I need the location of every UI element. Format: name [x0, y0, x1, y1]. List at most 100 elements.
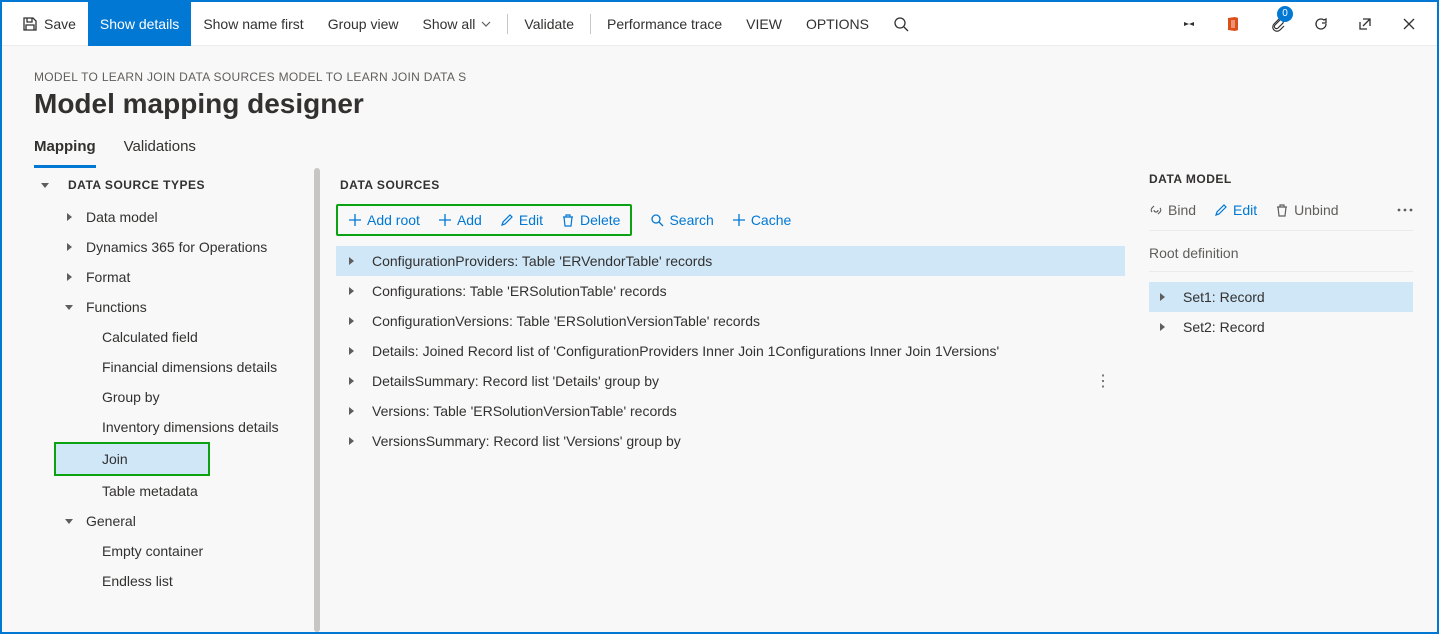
tree-node-label: Dynamics 365 for Operations: [86, 239, 267, 255]
office-button[interactable]: [1213, 2, 1253, 46]
tree-node[interactable]: Inventory dimensions details: [30, 412, 320, 442]
data-source-label: Versions: Table 'ERSolutionVersionTable'…: [372, 403, 677, 419]
add-root-button[interactable]: Add root: [348, 212, 420, 228]
tree-node-label: Financial dimensions details: [102, 359, 277, 375]
data-source-row[interactable]: ConfigurationProviders: Table 'ERVendorT…: [336, 246, 1125, 276]
spacer: [78, 484, 92, 498]
options-menu[interactable]: OPTIONS: [794, 2, 881, 46]
data-source-types-header[interactable]: DATA SOURCE TYPES: [30, 168, 320, 202]
edit-label: Edit: [519, 212, 543, 228]
data-source-label: Configurations: Table 'ERSolutionTable' …: [372, 283, 667, 299]
validate-button[interactable]: Validate: [512, 2, 586, 46]
data-source-label: Details: Joined Record list of 'Configur…: [372, 343, 999, 359]
topbar: Save Show details Show name first Group …: [2, 2, 1437, 46]
add-button[interactable]: Add: [438, 212, 482, 228]
data-source-row[interactable]: VersionsSummary: Record list 'Versions' …: [336, 426, 1125, 456]
tree-node[interactable]: Dynamics 365 for Operations: [30, 232, 320, 262]
tree-node[interactable]: Endless list: [30, 566, 320, 596]
tree-node[interactable]: Empty container: [30, 536, 320, 566]
search-button[interactable]: [881, 2, 921, 46]
tree-node[interactable]: Data model: [30, 202, 320, 232]
perf-trace-label: Performance trace: [607, 16, 722, 32]
data-model-panel: DATA MODEL Bind Edit Unbind Root d: [1141, 168, 1437, 632]
tree-node[interactable]: Table metadata: [30, 476, 320, 506]
tree-node[interactable]: Group by: [30, 382, 320, 412]
tree-node[interactable]: Calculated field: [30, 322, 320, 352]
tree-node[interactable]: Format: [30, 262, 320, 292]
edit-button[interactable]: Edit: [500, 212, 543, 228]
more-button[interactable]: [1397, 208, 1413, 212]
tree-node-join[interactable]: Join: [56, 444, 208, 474]
show-all-dropdown[interactable]: Show all: [411, 2, 504, 46]
spacer: [78, 544, 92, 558]
root-definition-label: Root definition: [1149, 231, 1413, 272]
view-menu[interactable]: VIEW: [734, 2, 794, 46]
unbind-button[interactable]: Unbind: [1275, 202, 1338, 218]
row-more-icon[interactable]: ⋮: [1095, 371, 1111, 391]
delete-button[interactable]: Delete: [561, 212, 620, 228]
close-button[interactable]: [1389, 2, 1429, 46]
spacer: [78, 420, 92, 434]
tab-validations[interactable]: Validations: [124, 128, 196, 168]
performance-trace-button[interactable]: Performance trace: [595, 2, 734, 46]
tree-node[interactable]: General: [30, 506, 320, 536]
tabs: Mapping Validations: [2, 128, 1437, 168]
cache-button[interactable]: Cache: [732, 212, 791, 228]
page-header: MODEL TO LEARN JOIN DATA SOURCES MODEL T…: [2, 46, 1437, 128]
plus-icon: [438, 213, 452, 227]
chevron-right-icon: [344, 407, 358, 415]
tree-node-label: Inventory dimensions details: [102, 419, 279, 435]
separator: [590, 14, 591, 34]
data-source-row[interactable]: Configurations: Table 'ERSolutionTable' …: [336, 276, 1125, 306]
data-source-types-panel: DATA SOURCE TYPES Data model Dynamics 365…: [2, 168, 320, 632]
add-label: Add: [457, 212, 482, 228]
search-icon: [650, 213, 664, 227]
data-model-header: DATA MODEL: [1149, 168, 1413, 196]
tree-node-label: Join: [102, 451, 128, 467]
link-icon: [1149, 203, 1163, 217]
chevron-right-icon: [344, 257, 358, 265]
show-name-first-button[interactable]: Show name first: [191, 2, 315, 46]
chevron-right-icon: [1155, 293, 1169, 301]
data-sources-panel: DATA SOURCES Add root Add Edit: [320, 168, 1141, 632]
chevron-right-icon: [344, 317, 358, 325]
tab-mapping[interactable]: Mapping: [34, 128, 96, 168]
show-details-label: Show details: [100, 16, 179, 32]
data-model-tree: Set1: RecordSet2: Record: [1149, 282, 1413, 342]
unbind-label: Unbind: [1294, 202, 1338, 218]
data-source-row[interactable]: DetailsSummary: Record list 'Details' gr…: [336, 366, 1125, 396]
search-button[interactable]: Search: [650, 212, 713, 228]
cache-label: Cache: [751, 212, 791, 228]
add-root-label: Add root: [367, 212, 420, 228]
tree-node[interactable]: Financial dimensions details: [30, 352, 320, 382]
data-source-row[interactable]: Versions: Table 'ERSolutionVersionTable'…: [336, 396, 1125, 426]
chevron-right-icon: [344, 437, 358, 445]
highlighted-tool-group: Add root Add Edit Delete: [336, 204, 632, 236]
validate-label: Validate: [524, 16, 574, 32]
chevron-right-icon: [344, 347, 358, 355]
chevron-right-icon: [1155, 323, 1169, 331]
show-details-button[interactable]: Show details: [88, 2, 191, 46]
save-button[interactable]: Save: [10, 2, 88, 46]
popout-button[interactable]: [1345, 2, 1385, 46]
popout-icon: [1357, 16, 1373, 32]
tree-node-label: Calculated field: [102, 329, 198, 345]
refresh-button[interactable]: [1301, 2, 1341, 46]
tree-node[interactable]: Functions: [30, 292, 320, 322]
bind-button[interactable]: Bind: [1149, 202, 1196, 218]
data-sources-toolbar: Add root Add Edit Delete: [336, 200, 1125, 246]
data-source-row[interactable]: ConfigurationVersions: Table 'ERSolution…: [336, 306, 1125, 336]
spacer: [78, 574, 92, 588]
more-icon: [1397, 208, 1413, 212]
attachments-button[interactable]: 0: [1257, 2, 1297, 46]
options-label: OPTIONS: [806, 16, 869, 32]
data-model-item[interactable]: Set1: Record: [1149, 282, 1413, 312]
connector-button[interactable]: [1169, 2, 1209, 46]
tree-node-label: Endless list: [102, 573, 173, 589]
search-label: Search: [669, 212, 713, 228]
group-view-button[interactable]: Group view: [316, 2, 411, 46]
data-model-item[interactable]: Set2: Record: [1149, 312, 1413, 342]
spacer: [78, 360, 92, 374]
data-source-row[interactable]: Details: Joined Record list of 'Configur…: [336, 336, 1125, 366]
edit-model-button[interactable]: Edit: [1214, 202, 1257, 218]
